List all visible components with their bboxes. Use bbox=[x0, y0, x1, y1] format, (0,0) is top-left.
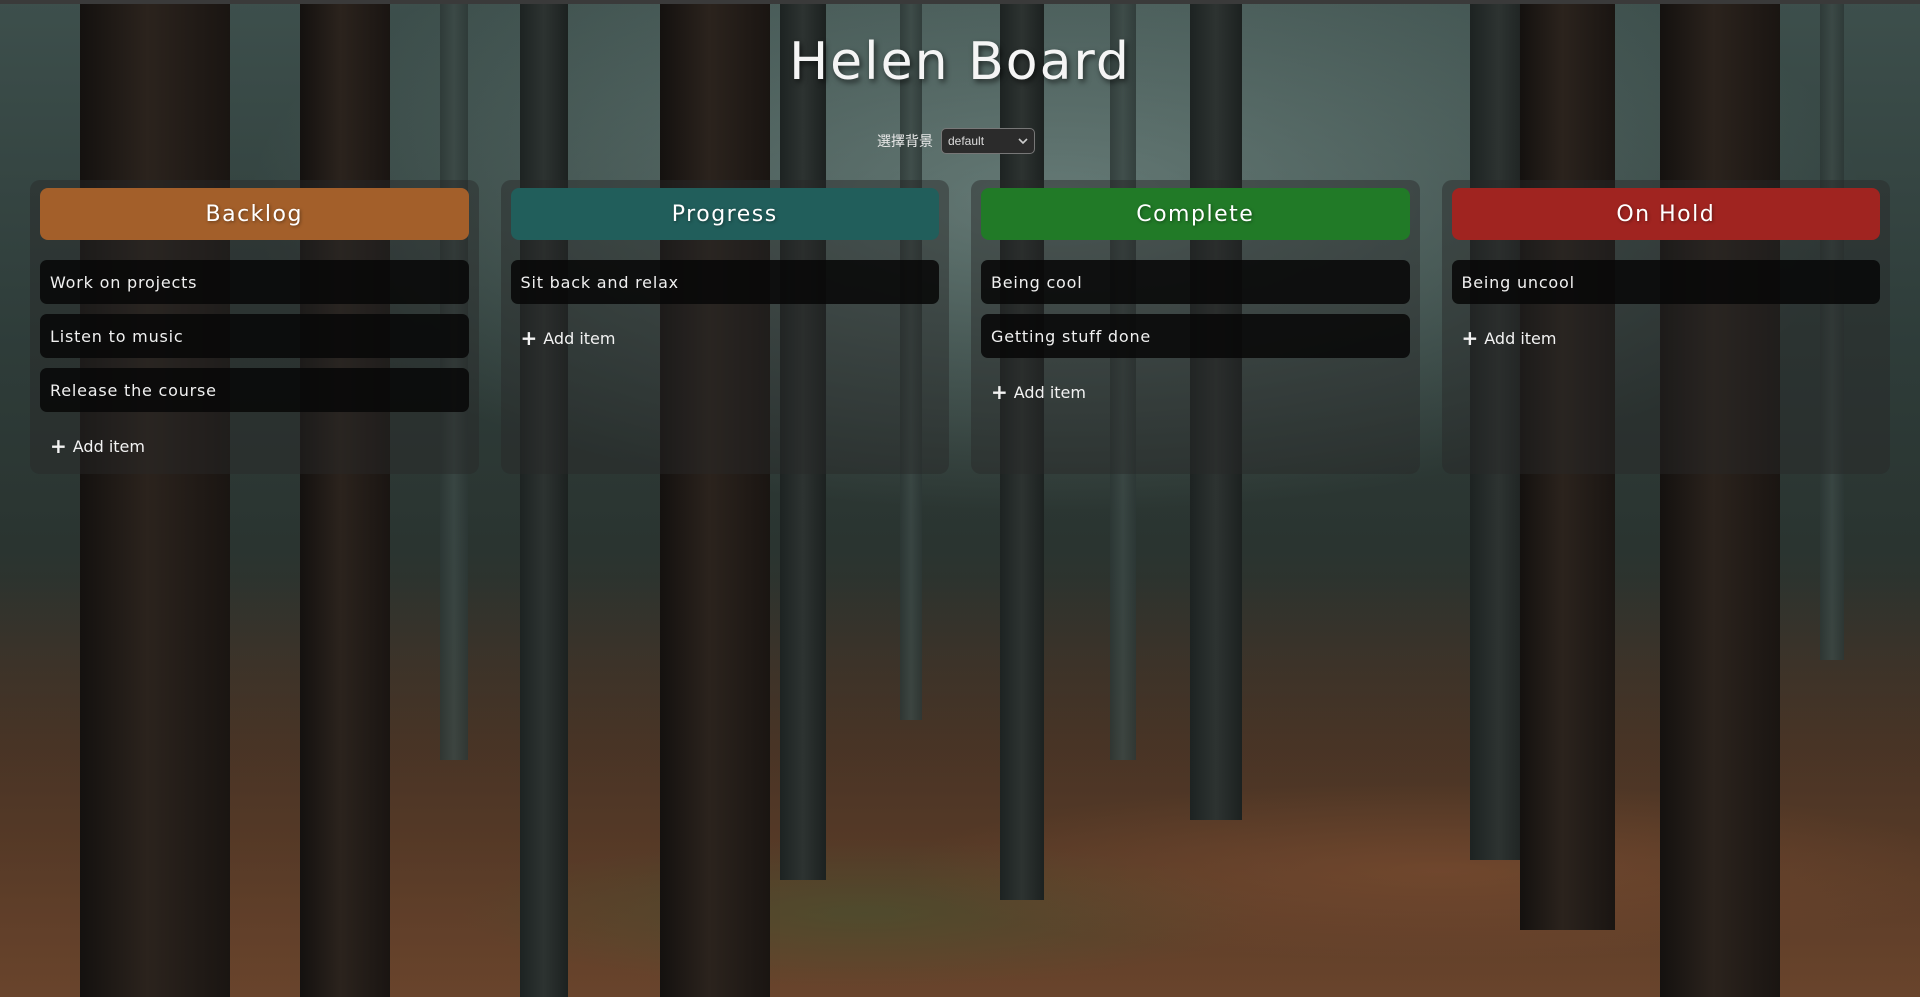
list-item[interactable]: Sit back and relax bbox=[510, 260, 939, 304]
list-item[interactable]: Work on projects bbox=[40, 260, 469, 304]
add-item-label: Add item bbox=[72, 436, 145, 456]
add-item-button[interactable]: + Add item bbox=[40, 422, 469, 460]
tree-trunk bbox=[1660, 0, 1780, 997]
list-item[interactable]: Listen to music bbox=[40, 314, 469, 358]
background-select-value: default bbox=[948, 134, 985, 148]
board-title: Helen Board bbox=[789, 32, 1131, 92]
add-item-button[interactable]: + Add item bbox=[981, 368, 1410, 406]
column-header: On Hold bbox=[1451, 188, 1880, 240]
background-select[interactable]: default bbox=[941, 128, 1035, 154]
column-backlog: Backlog Work on projects Listen to music… bbox=[30, 180, 479, 474]
column-header: Complete bbox=[981, 188, 1410, 240]
plus-icon: + bbox=[520, 326, 538, 350]
forest-ground bbox=[0, 577, 1920, 997]
window-top-bar bbox=[0, 0, 1920, 4]
list-item[interactable]: Being uncool bbox=[1451, 260, 1880, 304]
background-picker-label: 選擇背景 bbox=[877, 134, 933, 150]
plus-icon: + bbox=[1461, 326, 1479, 350]
add-item-label: Add item bbox=[543, 328, 616, 348]
tree-trunk bbox=[80, 0, 230, 997]
add-item-label: Add item bbox=[1484, 328, 1557, 348]
column-progress: Progress Sit back and relax + Add item bbox=[500, 180, 949, 474]
list-item[interactable]: Getting stuff done bbox=[981, 314, 1410, 358]
add-item-button[interactable]: + Add item bbox=[1452, 314, 1881, 352]
background-picker: 選擇背景 default bbox=[877, 128, 1035, 154]
plus-icon: + bbox=[991, 380, 1008, 404]
plus-icon: + bbox=[50, 434, 67, 458]
tree-trunk bbox=[300, 0, 390, 997]
tree-trunk bbox=[660, 0, 770, 997]
column-header: Backlog bbox=[40, 188, 469, 240]
add-item-label: Add item bbox=[1013, 382, 1086, 402]
add-item-button[interactable]: + Add item bbox=[511, 314, 940, 352]
chevron-down-icon bbox=[1018, 134, 1028, 148]
column-on-hold: On Hold Being uncool + Add item bbox=[1441, 180, 1890, 474]
column-complete: Complete Being cool Getting stuff done +… bbox=[971, 180, 1420, 474]
list-item[interactable]: Being cool bbox=[981, 260, 1410, 304]
tree-trunk bbox=[520, 0, 568, 997]
list-item[interactable]: Release the course bbox=[40, 368, 469, 412]
column-header: Progress bbox=[510, 188, 939, 240]
board-columns: Backlog Work on projects Listen to music… bbox=[30, 180, 1890, 474]
